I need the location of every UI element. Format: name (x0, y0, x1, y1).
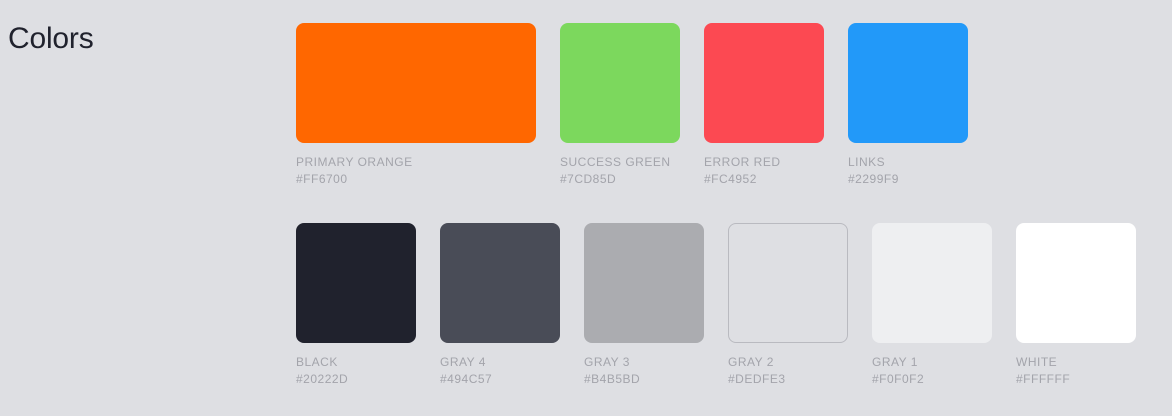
swatch-success-green (560, 23, 680, 143)
swatch-label-gray-4: GRAY 4 #494C57 (440, 354, 492, 388)
color-hex: #2299F9 (848, 172, 899, 186)
color-hex: #FF6700 (296, 172, 348, 186)
swatch-gray-2 (728, 223, 848, 343)
swatch-primary-orange (296, 23, 536, 143)
swatch-gray-1 (872, 223, 992, 343)
color-name: BLACK (296, 355, 338, 369)
swatch-label-error-red: ERROR RED #FC4952 (704, 154, 781, 188)
swatch-label-success-green: SUCCESS GREEN #7CD85D (560, 154, 671, 188)
swatch-label-black: BLACK #20222D (296, 354, 348, 388)
color-name: PRIMARY ORANGE (296, 155, 413, 169)
color-hex: #7CD85D (560, 172, 617, 186)
color-name: LINKS (848, 155, 886, 169)
color-name: GRAY 3 (584, 355, 630, 369)
swatch-white (1016, 223, 1136, 343)
color-hex: #FC4952 (704, 172, 757, 186)
swatch-black (296, 223, 416, 343)
swatch-links (848, 23, 968, 143)
swatch-error-red (704, 23, 824, 143)
swatch-gray-4 (440, 223, 560, 343)
swatch-gray-3 (584, 223, 704, 343)
color-hex: #20222D (296, 372, 349, 386)
color-hex: #494C57 (440, 372, 493, 386)
section-title: Colors (8, 22, 94, 55)
swatch-label-gray-3: GRAY 3 #B4B5BD (584, 354, 640, 388)
color-hex: #F0F0F2 (872, 372, 925, 386)
color-name: ERROR RED (704, 155, 781, 169)
swatch-label-gray-2: GRAY 2 #DEDFE3 (728, 354, 786, 388)
color-name: GRAY 2 (728, 355, 774, 369)
color-hex: #FFFFFF (1016, 372, 1071, 386)
color-name: SUCCESS GREEN (560, 155, 671, 169)
swatch-label-gray-1: GRAY 1 #F0F0F2 (872, 354, 924, 388)
swatch-label-primary-orange: PRIMARY ORANGE #FF6700 (296, 154, 413, 188)
color-name: GRAY 1 (872, 355, 918, 369)
color-name: GRAY 4 (440, 355, 486, 369)
color-hex: #B4B5BD (584, 372, 641, 386)
swatch-label-links: LINKS #2299F9 (848, 154, 899, 188)
color-hex: #DEDFE3 (728, 372, 786, 386)
swatch-label-white: WHITE #FFFFFF (1016, 354, 1070, 388)
color-name: WHITE (1016, 355, 1058, 369)
